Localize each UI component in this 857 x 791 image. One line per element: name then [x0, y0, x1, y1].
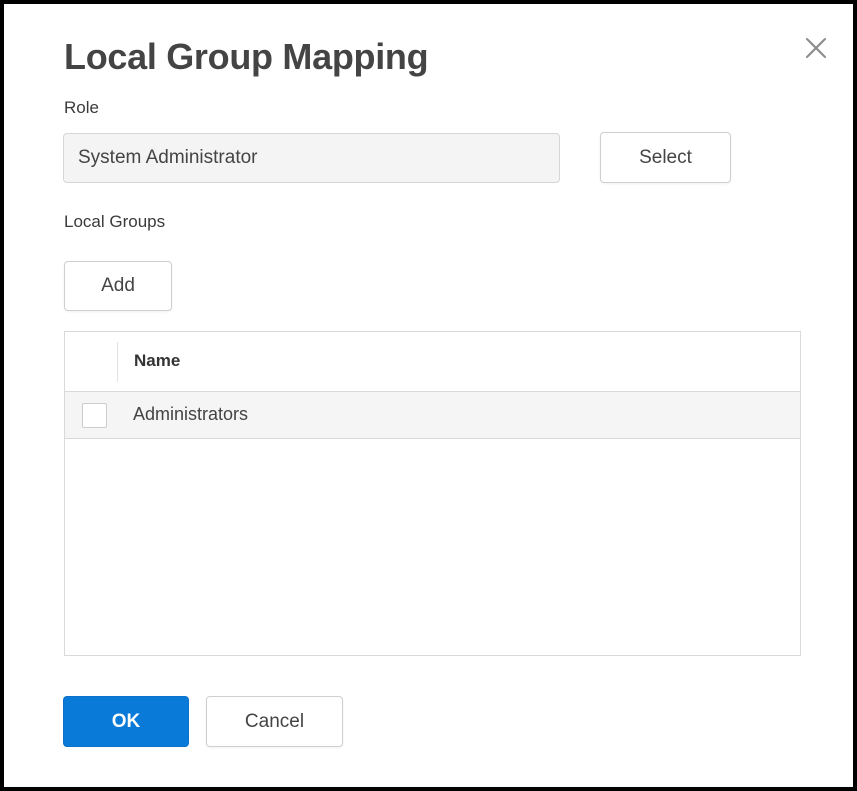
close-button[interactable]	[804, 36, 828, 60]
local-group-mapping-dialog: Local Group Mapping Role System Administ…	[8, 8, 849, 783]
add-group-button[interactable]: Add	[64, 261, 172, 311]
local-groups-table: Name Administrators	[64, 331, 801, 656]
row-checkbox[interactable]	[82, 403, 107, 428]
local-groups-label: Local Groups	[64, 212, 166, 231]
table-header: Name	[65, 332, 800, 392]
row-name-cell: Administrators	[133, 404, 249, 424]
select-role-button[interactable]: Select	[600, 132, 731, 183]
column-header-name[interactable]: Name	[134, 351, 180, 371]
role-field[interactable]: System Administrator	[63, 133, 560, 183]
dialog-title: Local Group Mapping	[64, 36, 429, 77]
close-icon	[806, 38, 826, 58]
role-label: Role	[64, 98, 99, 117]
ok-button[interactable]: OK	[63, 696, 189, 747]
column-divider	[117, 342, 118, 382]
table-row[interactable]: Administrators	[65, 392, 800, 439]
screenshot-frame: Local Group Mapping Role System Administ…	[0, 0, 857, 791]
cancel-button[interactable]: Cancel	[206, 696, 343, 747]
